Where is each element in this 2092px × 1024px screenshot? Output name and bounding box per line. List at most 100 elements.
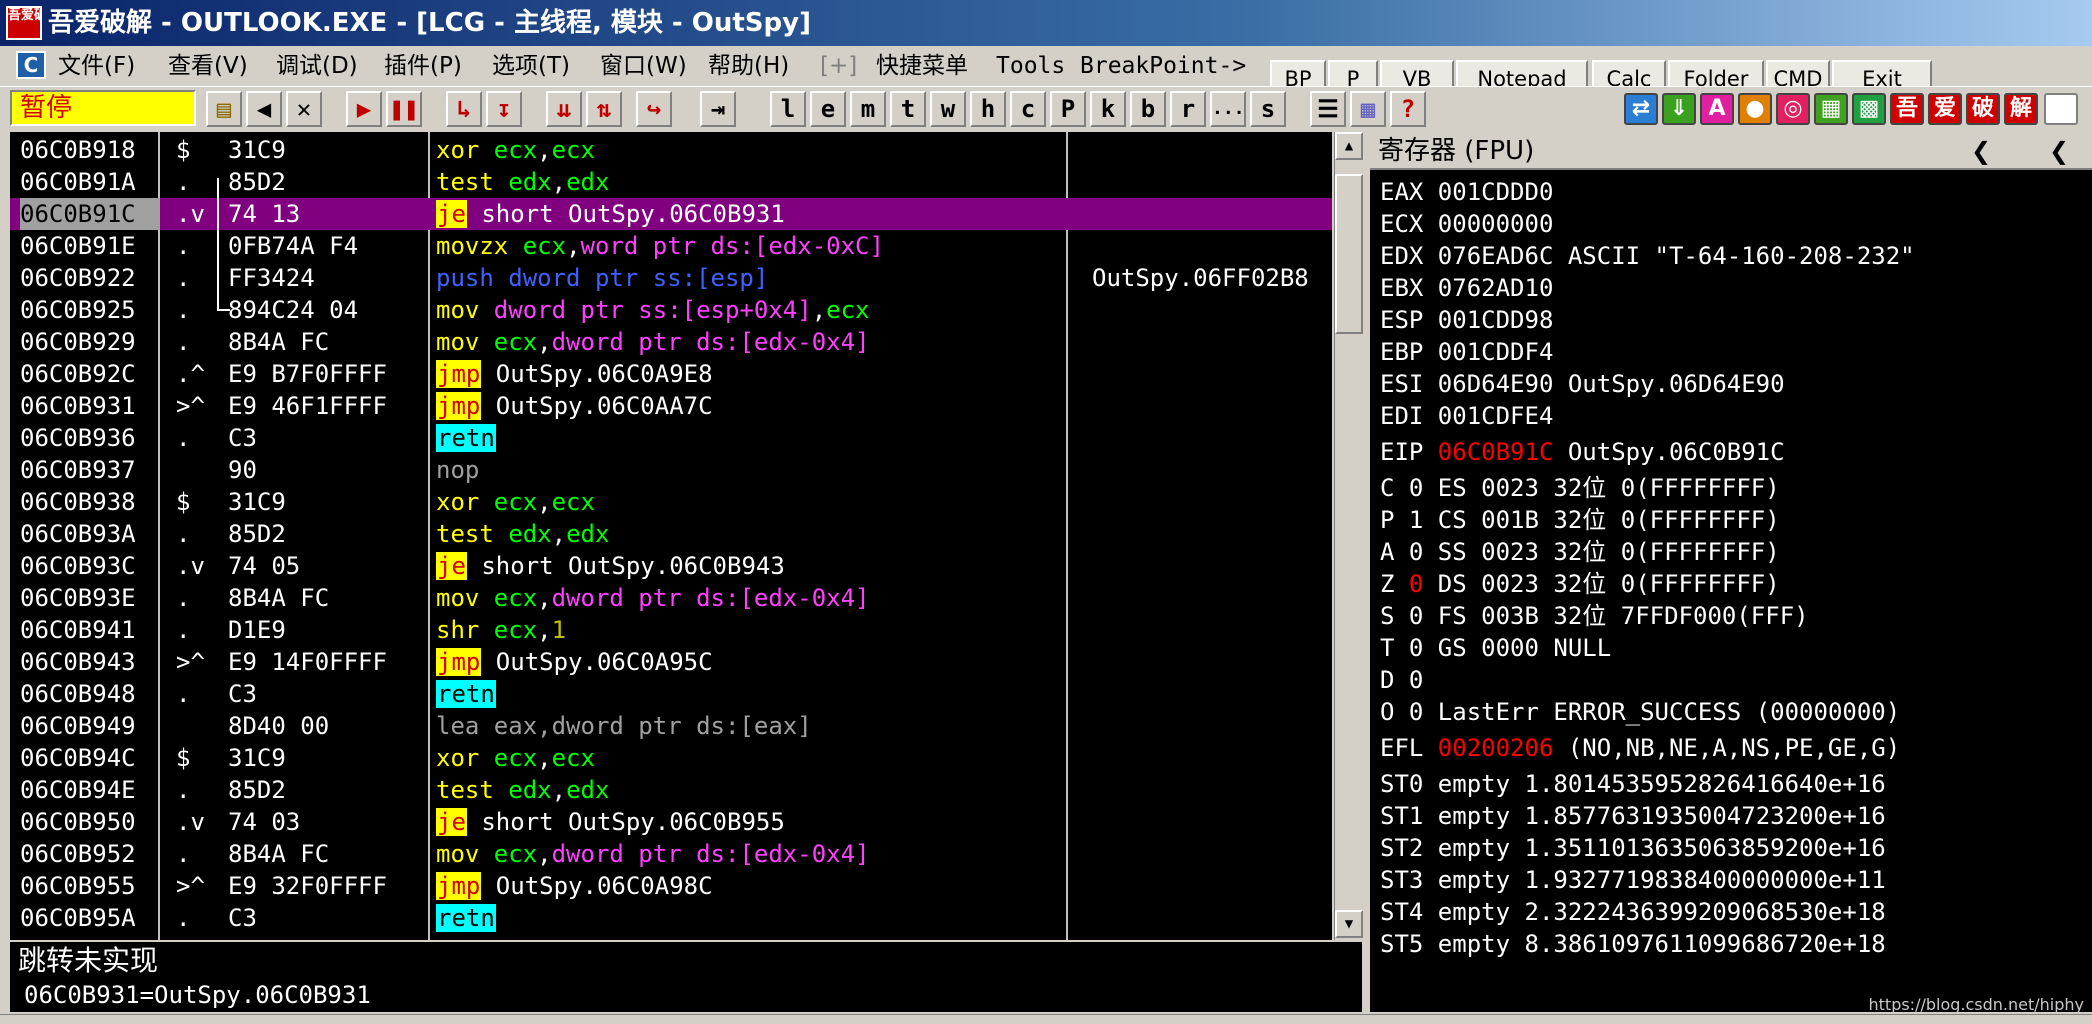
windows-window-button[interactable]: w [930,91,966,127]
fpu-line[interactable]: ST2 empty 1.3511013635063859200e+16 [1380,832,1886,864]
fpu-name: ST1 [1380,802,1438,830]
execute-till-return-icon[interactable]: ↪ [636,91,672,127]
memory-window-button[interactable]: m [850,91,886,127]
register-line[interactable]: EDI 001CDFE4 [1380,400,1553,432]
instruction-token: je [436,200,467,228]
efl-line[interactable]: EFL 00200206 (NO,NB,NE,A,NS,PE,GE,G) [1380,732,1900,764]
list-icon[interactable]: ☰ [1310,91,1346,127]
instruction-token: , [566,232,581,260]
instruction-cell: xor ecx,ecx [436,742,1076,774]
menu-breakpoint[interactable]: BreakPoint-> [1078,46,1248,86]
patches-window-button[interactable]: P [1050,91,1086,127]
register-value: 076EAD6C [1437,242,1554,270]
help-icon[interactable]: ? [1390,91,1426,127]
menu-expand[interactable]: [+] [818,46,859,86]
flag-line[interactable]: Z 0 DS 0023 32位 0(FFFFFFFF) [1380,568,1780,600]
goto-icon[interactable]: ⇥ [700,91,736,127]
next-arrow-icon[interactable]: ❮ [2044,132,2074,170]
hex-dump-cell: 90 [228,456,257,484]
eip-line[interactable]: EIP 06C0B91C OutSpy.06C0B91C [1380,436,1785,468]
record-icon[interactable]: ● [1738,93,1772,125]
handles-window-button[interactable]: h [970,91,1006,127]
disassembly-scrollbar[interactable]: ▲ ▼ [1334,132,1363,940]
register-line[interactable]: EAX 001CDDD0 [1380,176,1553,208]
ai-icon[interactable]: 爱 [1928,93,1962,125]
modules-window-button[interactable]: e [810,91,846,127]
instruction-cell: jmp OutSpy.06C0A9E8 [436,358,1076,390]
fpu-line[interactable]: ST3 empty 1.9327719838400000000e+11 [1380,864,1886,896]
references-window-button[interactable]: r [1170,91,1206,127]
settings-icon[interactable]: ▦ [1350,91,1386,127]
menu-tools[interactable]: Tools [994,46,1067,86]
menu-options[interactable]: 选项(T) [490,46,572,86]
jie-icon[interactable]: 解 [2004,93,2038,125]
menu-window[interactable]: 窗口(W) [598,46,689,86]
register-line[interactable]: ESP 001CDD98 [1380,304,1553,336]
instruction-token: word ptr ds:[edx-0xC] [580,232,884,260]
register-line[interactable]: ESI 06D64E90 OutSpy.06D64E90 [1380,368,1785,400]
menu-view[interactable]: 查看(V) [166,46,250,86]
address-cell: 06C0B938 [20,488,136,516]
flag-line[interactable]: A 0 SS 0023 32位 0(FFFFFFFF) [1380,536,1780,568]
threads-window-button[interactable]: t [890,91,926,127]
instruction-token: , [551,520,567,548]
step-over-icon[interactable]: ↧ [486,91,522,127]
scroll-down-icon[interactable]: ▼ [1335,910,1363,938]
cpu-window-button[interactable]: c [1010,91,1046,127]
register-line[interactable]: EDX 076EAD6C ASCII "T-64-160-208-232" [1380,240,1915,272]
prev-arrow-icon[interactable]: ❮ [1966,132,1996,170]
flag-line[interactable]: C 0 ES 0023 32位 0(FFFFFFFF) [1380,472,1780,504]
pause-icon[interactable]: ❚❚ [386,91,422,127]
fpu-line[interactable]: ST0 empty 1.8014535952826416640e+16 [1380,768,1886,800]
menu-file[interactable]: 文件(F) [56,46,137,86]
step-into-icon[interactable]: ↳ [446,91,482,127]
table-icon[interactable]: ▩ [1852,93,1886,125]
menu-debug[interactable]: 调试(D) [274,46,360,86]
register-name: ESP [1380,306,1438,334]
system-menu-icon[interactable]: C [16,51,46,79]
flag-line[interactable]: D 0 [1380,664,1423,696]
fpu-line[interactable]: ST1 empty 1.8577631935004723200e+16 [1380,800,1886,832]
register-line[interactable]: ECX 00000000 [1380,208,1553,240]
address-cell: 06C0B948 [20,680,136,708]
address-cell: 06C0B952 [20,840,136,868]
flag-name: A [1380,538,1409,566]
source-window-button[interactable]: s [1250,91,1286,127]
scroll-thumb[interactable] [1335,174,1363,334]
register-line[interactable]: EBX 0762AD10 [1380,272,1553,304]
register-line[interactable]: EBP 001CDDF4 [1380,336,1553,368]
blank-icon[interactable] [2044,93,2078,125]
fpu-line[interactable]: ST5 empty 8.3861097611099686720e+18 [1380,928,1886,960]
plugin-a-icon[interactable]: A [1700,93,1734,125]
rewind-icon[interactable]: ◀ [246,91,282,127]
callstack-window-button[interactable]: k [1090,91,1126,127]
hex-dump-cell: 31C9 [228,488,286,516]
menu-shortcut[interactable]: 快捷菜单 [874,46,970,86]
scroll-up-icon[interactable]: ▲ [1335,132,1363,160]
fpu-line[interactable]: ST4 empty 2.3222436399209068530e+18 [1380,896,1886,928]
registers-pane[interactable]: 寄存器 (FPU) ❮ ❮ EAX 001CDDD0 ECX 00000000 ED… [1370,132,2092,1012]
close-icon[interactable]: ✕ [286,91,322,127]
swap-icon[interactable]: ⇄ [1624,93,1658,125]
flag-line[interactable]: S 0 FS 003B 32位 7FFDF000(FFF) [1380,600,1809,632]
menu-plugins[interactable]: 插件(P) [382,46,464,86]
log-window-button[interactable]: l [770,91,806,127]
wu-icon[interactable]: 吾 [1890,93,1924,125]
run-trace-window-button[interactable]: ... [1210,91,1246,127]
grid-icon[interactable]: ▦ [1814,93,1848,125]
instruction-token: OutSpy.06C0A9E8 [481,360,713,388]
po-icon[interactable]: 破 [1966,93,2000,125]
target-icon[interactable]: ◎ [1776,93,1810,125]
trace-over-icon[interactable]: ⇅ [586,91,622,127]
flag-value: 0 [1408,538,1424,566]
run-icon[interactable]: ▶ [346,91,382,127]
download-icon[interactable]: ⇓ [1662,93,1696,125]
breakpoints-window-button[interactable]: b [1130,91,1166,127]
flag-line[interactable]: P 1 CS 001B 32位 0(FFFFFFFF) [1380,504,1780,536]
trace-into-icon[interactable]: ⇊ [546,91,582,127]
menu-help[interactable]: 帮助(H) [706,46,791,86]
open-icon[interactable]: ▤ [206,91,242,127]
flag-line[interactable]: O 0 LastErr ERROR_SUCCESS (00000000) [1380,696,1900,728]
flag-line[interactable]: T 0 GS 0000 NULL [1380,632,1611,664]
disassembly-pane[interactable]: 06C0B918 $31C9 xor ecx,ecx 06C0B91A. 85D2 tes… [10,132,1332,940]
